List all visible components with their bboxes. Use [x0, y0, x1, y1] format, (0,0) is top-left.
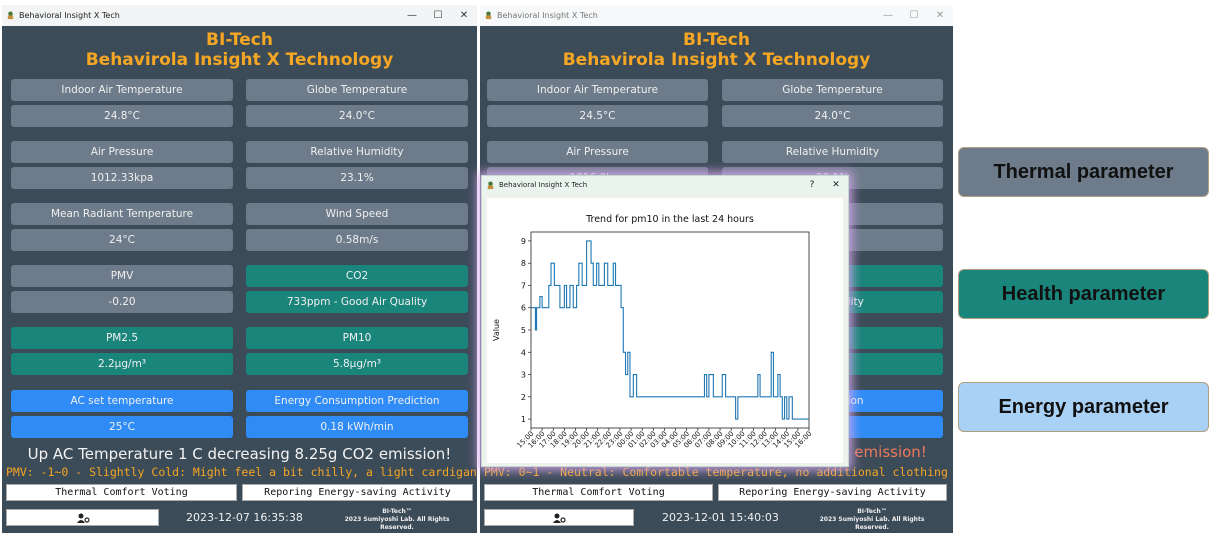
- dialog-title-bar: Behavioral Insight X Tech ? ✕: [482, 176, 848, 194]
- param-value: 24.0°C: [246, 105, 468, 127]
- param-value: 25°C: [11, 416, 233, 438]
- user-settings-button[interactable]: [6, 509, 159, 526]
- param-value: 1012.33kpa: [11, 167, 233, 189]
- close-icon[interactable]: ✕: [927, 10, 953, 21]
- timestamp: 2023-12-07 16:35:38: [186, 511, 303, 524]
- pmv-message: PMV: 0~1 - Neutral: Comfortable temperat…: [484, 465, 950, 479]
- report-energy-activity-button[interactable]: Reporing Energy-saving Activity: [718, 484, 947, 501]
- param-label: Wind Speed: [246, 203, 468, 225]
- param-value: -0.20: [11, 291, 233, 313]
- maximize-icon[interactable]: ☐: [425, 10, 451, 21]
- copyright-text: 2023 Sumiyoshi Lab. All Rights Reserved.: [819, 516, 925, 531]
- param-value: 2.2μg/m³: [11, 353, 233, 375]
- y-tick-label: 8: [521, 259, 526, 268]
- chart-area: Trend for pm10 in the last 24 hours Value…: [487, 198, 843, 463]
- param-value: 733ppm - Good Air Quality: [246, 291, 468, 313]
- dialog-title: Behavioral Insight X Tech: [499, 181, 588, 189]
- y-tick-label: 3: [521, 371, 526, 380]
- minimize-icon[interactable]: —: [399, 10, 425, 21]
- copyright: BI-Tech™ 2023 Sumiyoshi Lab. All Rights …: [327, 508, 467, 532]
- copyright-brand: BI-Tech™: [382, 508, 412, 515]
- y-tick-label: 5: [521, 326, 526, 335]
- param-label: Air Pressure: [11, 141, 233, 163]
- close-icon[interactable]: ✕: [451, 10, 477, 21]
- param-label: Indoor Air Temperature: [487, 79, 708, 101]
- param-label: Energy Consumption Prediction: [246, 390, 468, 412]
- param-label: Relative Humidity: [722, 141, 943, 163]
- maximize-icon[interactable]: ☐: [901, 10, 927, 21]
- y-tick-label: 2: [521, 393, 526, 402]
- user-gear-icon: [553, 513, 566, 523]
- pm10-series-line: [531, 240, 809, 420]
- copyright-text: 2023 Sumiyoshi Lab. All Rights Reserved.: [344, 516, 450, 531]
- param-value: 23.1%: [246, 167, 468, 189]
- left-title-bar: Behavioral Insight X Tech — ☐ ✕: [2, 5, 477, 26]
- param-label: PMV: [11, 265, 233, 287]
- param-label: PM10: [246, 327, 468, 349]
- energy-parameter-badge: Energy parameter: [958, 382, 1209, 432]
- pmv-message: PMV: -1~0 - Slightly Cold: Might feel a …: [6, 465, 476, 479]
- param-value: 24°C: [11, 229, 233, 251]
- copyright-brand: BI-Tech™: [857, 508, 887, 515]
- param-label: Globe Temperature: [722, 79, 943, 101]
- y-tick-label: 4: [521, 348, 526, 357]
- brand-header: BI-Tech Behavirola Insight X Technology: [2, 30, 477, 70]
- plot-frame: [530, 231, 810, 429]
- co2-suggestion: 2 emission!: [840, 443, 927, 461]
- param-label: Air Pressure: [487, 141, 708, 163]
- window-title: Behavioral Insight X Tech: [497, 11, 598, 20]
- thermal-comfort-voting-button[interactable]: Thermal Comfort Voting: [6, 484, 237, 501]
- timestamp: 2023-12-01 15:40:03: [662, 511, 779, 524]
- minimize-icon[interactable]: —: [875, 10, 901, 21]
- left-app-window: Behavioral Insight X Tech — ☐ ✕ BI-Tech …: [2, 5, 477, 533]
- co2-suggestion: Up AC Temperature 1 C decreasing 8.25g C…: [27, 445, 452, 463]
- report-energy-activity-button[interactable]: Reporing Energy-saving Activity: [242, 484, 473, 501]
- brand-header: BI-Tech Behavirola Insight X Technology: [480, 30, 953, 70]
- brand-name: BI-Tech: [206, 30, 273, 50]
- right-title-bar: Behavioral Insight X Tech — ☐ ✕: [480, 5, 953, 26]
- y-tick-label: 9: [521, 237, 526, 246]
- trend-chart-dialog: Behavioral Insight X Tech ? ✕ Trend for …: [481, 175, 849, 467]
- app-icon: [7, 11, 14, 20]
- brand-tagline: Behavirola Insight X Technology: [562, 50, 871, 70]
- help-icon[interactable]: ?: [800, 180, 824, 190]
- param-value: 5.8μg/m³: [246, 353, 468, 375]
- pm10-trend-chart: Trend for pm10 in the last 24 hours Value…: [492, 214, 813, 450]
- param-label: Indoor Air Temperature: [11, 79, 233, 101]
- param-label: Relative Humidity: [246, 141, 468, 163]
- param-value: 0.58m/s: [246, 229, 468, 251]
- param-label: Globe Temperature: [246, 79, 468, 101]
- thermal-parameter-badge: Thermal parameter: [958, 147, 1209, 197]
- user-gear-icon: [76, 513, 90, 523]
- y-tick-label: 6: [521, 304, 526, 313]
- y-tick-label: 7: [521, 281, 526, 290]
- param-label: CO2: [246, 265, 468, 287]
- param-value: 0.18 kWh/min: [246, 416, 468, 438]
- param-value: 24.8°C: [11, 105, 233, 127]
- user-settings-button[interactable]: [484, 509, 634, 526]
- y-axis-label: Value: [492, 319, 501, 341]
- chart-title: Trend for pm10 in the last 24 hours: [585, 214, 754, 225]
- brand-name: BI-Tech: [683, 30, 750, 50]
- param-value: 24.0°C: [722, 105, 943, 127]
- param-value: 24.5°C: [487, 105, 708, 127]
- y-tick-label: 1: [521, 415, 526, 424]
- close-icon[interactable]: ✕: [824, 180, 848, 190]
- app-icon: [485, 11, 492, 20]
- param-label: AC set temperature: [11, 390, 233, 412]
- copyright: BI-Tech™ 2023 Sumiyoshi Lab. All Rights …: [802, 508, 942, 532]
- window-title: Behavioral Insight X Tech: [19, 11, 120, 20]
- health-parameter-badge: Health parameter: [958, 269, 1209, 319]
- app-icon: [487, 180, 494, 189]
- brand-tagline: Behavirola Insight X Technology: [85, 50, 394, 70]
- thermal-comfort-voting-button[interactable]: Thermal Comfort Voting: [484, 484, 713, 501]
- param-label: Mean Radiant Temperature: [11, 203, 233, 225]
- param-label: PM2.5: [11, 327, 233, 349]
